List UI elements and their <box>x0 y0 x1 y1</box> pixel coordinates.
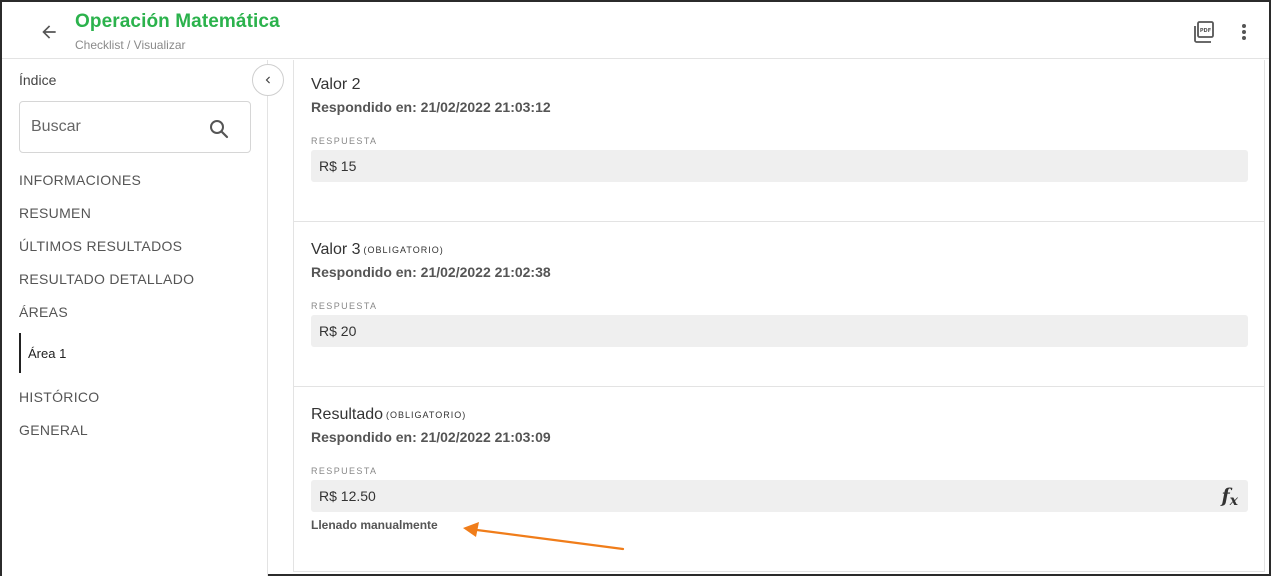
sidebar-item-historico[interactable]: HISTÓRICO <box>19 389 99 405</box>
checklist-content: Valor 2 Respondido en: 21/02/2022 21:03:… <box>293 60 1265 572</box>
filled-manually-note: Llenado manualmente <box>311 518 438 532</box>
search-icon[interactable] <box>207 117 231 141</box>
more-vertical-icon <box>1242 24 1246 40</box>
answer-field[interactable]: R$ 20 <box>311 315 1248 347</box>
search-input[interactable] <box>31 116 201 138</box>
required-badge: (OBLIGATORIO) <box>386 410 467 420</box>
app-window: Operación Matemática Checklist / Visuali… <box>0 0 1271 576</box>
answered-timestamp: Respondido en: 21/02/2022 21:03:12 <box>311 99 551 115</box>
response-label: RESPUESTA <box>311 466 378 476</box>
question-title: Valor 2 <box>311 76 361 94</box>
response-label: RESPUESTA <box>311 301 378 311</box>
more-options-button[interactable] <box>1234 20 1254 44</box>
question-title-text: Valor 2 <box>311 76 361 93</box>
search-field[interactable] <box>19 101 251 153</box>
index-sidebar: Índice INFORMACIONES RESUMEN ÚLTIMOS RES… <box>2 60 268 576</box>
answer-field[interactable]: R$ 15 <box>311 150 1248 182</box>
top-bar: Operación Matemática Checklist / Visuali… <box>2 2 1269 59</box>
export-pdf-button[interactable]: PDF <box>1191 19 1217 45</box>
answer-value: R$ 15 <box>319 158 357 174</box>
pdf-icon: PDF <box>1194 21 1214 43</box>
sidebar-item-ultimos-resultados[interactable]: ÚLTIMOS RESULTADOS <box>19 238 182 254</box>
collapse-sidebar-button[interactable] <box>252 64 284 96</box>
response-label: RESPUESTA <box>311 136 378 146</box>
question-title-text: Resultado <box>311 406 384 423</box>
answered-timestamp: Respondido en: 21/02/2022 21:03:09 <box>311 429 551 445</box>
sidebar-title: Índice <box>19 72 57 88</box>
sidebar-item-resultado-detallado[interactable]: RESULTADO DETALLADO <box>19 271 194 287</box>
breadcrumb: Checklist / Visualizar <box>75 38 186 52</box>
question-card: Valor 3 (OBLIGATORIO) Respondido en: 21/0… <box>294 223 1264 387</box>
sidebar-item-areas[interactable]: ÁREAS <box>19 304 68 320</box>
sidebar-item-resumen[interactable]: RESUMEN <box>19 205 91 221</box>
svg-text:PDF: PDF <box>1200 28 1211 34</box>
sidebar-item-general[interactable]: GENERAL <box>19 422 88 438</box>
question-title-text: Valor 3 <box>311 241 361 258</box>
question-title: Valor 3 (OBLIGATORIO) <box>311 241 444 259</box>
question-title: Resultado (OBLIGATORIO) <box>311 406 466 424</box>
arrow-left-icon <box>42 25 56 39</box>
question-card: Valor 2 Respondido en: 21/02/2022 21:03:… <box>294 60 1264 222</box>
answered-timestamp: Respondido en: 21/02/2022 21:02:38 <box>311 264 551 280</box>
question-card: Resultado (OBLIGATORIO) Respondido en: 21… <box>294 388 1264 570</box>
answer-value: R$ 20 <box>319 323 357 339</box>
answer-field[interactable]: R$ 12.50 fx <box>311 480 1248 512</box>
sidebar-subitem-area-1[interactable]: Área 1 <box>19 333 66 373</box>
answer-value: R$ 12.50 <box>319 488 376 504</box>
required-badge: (OBLIGATORIO) <box>363 245 444 255</box>
chevron-left-icon <box>265 76 270 84</box>
back-button[interactable] <box>35 18 63 46</box>
sidebar-item-informaciones[interactable]: INFORMACIONES <box>19 172 141 188</box>
formula-fx-icon[interactable]: fx <box>1221 485 1238 509</box>
page-title: Operación Matemática <box>75 11 280 32</box>
